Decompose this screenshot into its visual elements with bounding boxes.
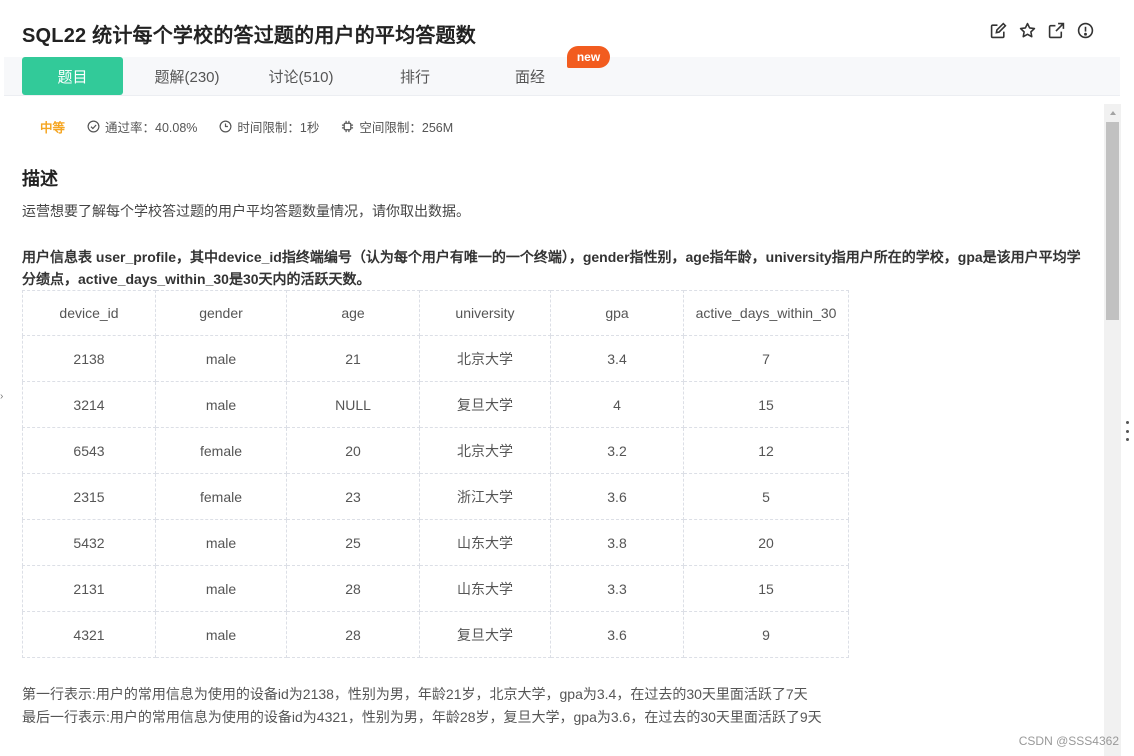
table-cell: male — [155, 381, 287, 428]
table-cell: 12 — [683, 427, 849, 474]
table-cell: 3.2 — [550, 427, 684, 474]
table-cell: 23 — [286, 473, 420, 520]
clock-icon — [219, 120, 232, 133]
table-cell: 2131 — [22, 565, 156, 612]
chip-icon — [342, 120, 354, 133]
problem-meta: 中等 通过率：40.08% 时间限制：1秒 空间限制：256M — [40, 117, 475, 136]
table-cell: 山东大学 — [419, 565, 551, 612]
tab-discussion[interactable]: 讨论(510) — [250, 57, 352, 95]
table-cell: 9 — [683, 611, 849, 658]
info-icon[interactable] — [1077, 22, 1094, 39]
table-cell: male — [155, 565, 287, 612]
table-cell: 3.6 — [550, 473, 684, 520]
table-row: 3214 male NULL 复旦大学 4 15 — [22, 381, 849, 428]
description-heading: 描述 — [22, 169, 58, 189]
table-cell: 4321 — [22, 611, 156, 658]
space-limit-text: 空间限制：256M — [359, 121, 454, 135]
table-cell: 北京大学 — [419, 335, 551, 382]
column-header: device_id — [22, 290, 156, 336]
column-header: active_days_within_30 — [683, 290, 849, 336]
external-link-icon[interactable] — [1048, 22, 1065, 39]
table-cell: 3.6 — [550, 611, 684, 658]
table-row: 2315 female 23 浙江大学 3.6 5 — [22, 473, 849, 520]
table-cell: 复旦大学 — [419, 381, 551, 428]
table-cell: female — [155, 427, 287, 474]
scroll-up-arrow-icon[interactable] — [1104, 104, 1121, 121]
star-icon[interactable] — [1019, 22, 1036, 39]
scrollbar-thumb[interactable] — [1106, 122, 1119, 320]
table-cell: 15 — [683, 565, 849, 612]
tab-solutions[interactable]: 题解(230) — [134, 57, 240, 95]
description-intro: 运营想要了解每个学校答过题的用户平均答题数量情况，请你取出数据。 — [22, 203, 470, 219]
table-cell: 28 — [286, 611, 420, 658]
table-cell: 25 — [286, 519, 420, 566]
table-row: 4321 male 28 复旦大学 3.6 9 — [22, 611, 849, 658]
table-cell: 2315 — [22, 473, 156, 520]
column-header: age — [286, 290, 420, 336]
table-cell: male — [155, 519, 287, 566]
time-limit: 时间限制：1秒 — [219, 117, 319, 136]
table-cell: 3.4 — [550, 335, 684, 382]
table-cell: 6543 — [22, 427, 156, 474]
tab-problem[interactable]: 题目 — [22, 57, 123, 95]
table-cell: 5 — [683, 473, 849, 520]
table-cell: 复旦大学 — [419, 611, 551, 658]
table-cell: 21 — [286, 335, 420, 382]
table-row: 2138 male 21 北京大学 3.4 7 — [22, 335, 849, 382]
space-limit: 空间限制：256M — [341, 117, 453, 136]
table-cell: 5432 — [22, 519, 156, 566]
table-cell: 2138 — [22, 335, 156, 382]
table-cell: 20 — [683, 519, 849, 566]
table-row: 6543 female 20 北京大学 3.2 12 — [22, 427, 849, 474]
table-row: 2131 male 28 山东大学 3.3 15 — [22, 565, 849, 612]
table-cell: 3.3 — [550, 565, 684, 612]
problem-header: SQL22 统计每个学校的答过题的用户的平均答题数 — [0, 0, 1122, 58]
table-cell: 7 — [683, 335, 849, 382]
user-profile-table: device_id gender age university gpa acti… — [22, 290, 849, 658]
new-badge: new — [567, 46, 610, 68]
more-vertical-icon[interactable] — [1124, 421, 1130, 441]
column-header: gpa — [550, 290, 684, 336]
table-cell: female — [155, 473, 287, 520]
panel-resize-handle-icon[interactable]: › — [0, 391, 4, 402]
table-cell: male — [155, 611, 287, 658]
watermark: CSDN @SSS4362 — [1018, 734, 1119, 748]
column-header: university — [419, 290, 551, 336]
table-cell: 4 — [550, 381, 684, 428]
tab-bar: 题目 题解(230) 讨论(510) 排行 面经 — [4, 57, 1120, 96]
table-cell: 3.8 — [550, 519, 684, 566]
table-cell: 15 — [683, 381, 849, 428]
column-header: gender — [155, 290, 287, 336]
header-actions — [990, 22, 1094, 39]
table-header-row: device_id gender age university gpa acti… — [22, 290, 849, 336]
note-last-row: 最后一行表示:用户的常用信息为使用的设备id为4321，性别为男，年龄28岁，复… — [22, 709, 822, 725]
table-cell: 20 — [286, 427, 420, 474]
check-circle-icon — [87, 120, 100, 133]
difficulty-label: 中等 — [40, 121, 66, 135]
note-first-row: 第一行表示:用户的常用信息为使用的设备id为2138，性别为男，年龄21岁，北京… — [22, 686, 808, 702]
table-cell: male — [155, 335, 287, 382]
table-cell: NULL — [286, 381, 420, 428]
table-cell: 山东大学 — [419, 519, 551, 566]
edit-icon[interactable] — [990, 22, 1007, 39]
pass-rate-text: 通过率：40.08% — [105, 121, 198, 135]
pass-rate: 通过率：40.08% — [87, 117, 197, 136]
tab-ranking[interactable]: 排行 — [362, 57, 468, 95]
table-cell: 浙江大学 — [419, 473, 551, 520]
problem-content: 中等 通过率：40.08% 时间限制：1秒 空间限制：256M 描述 运营想要了… — [0, 96, 1104, 756]
page-title: SQL22 统计每个学校的答过题的用户的平均答题数 — [22, 25, 476, 47]
table-cell: 28 — [286, 565, 420, 612]
table-cell: 3214 — [22, 381, 156, 428]
table-cell: 北京大学 — [419, 427, 551, 474]
time-limit-text: 时间限制：1秒 — [237, 121, 320, 135]
table-description: 用户信息表 user_profile，其中device_id指终端编号（认为每个… — [22, 249, 1081, 287]
table-row: 5432 male 25 山东大学 3.8 20 — [22, 519, 849, 566]
problem-page: SQL22 统计每个学校的答过题的用户的平均答题数 题目 题解(230) 讨论(… — [0, 0, 1134, 756]
